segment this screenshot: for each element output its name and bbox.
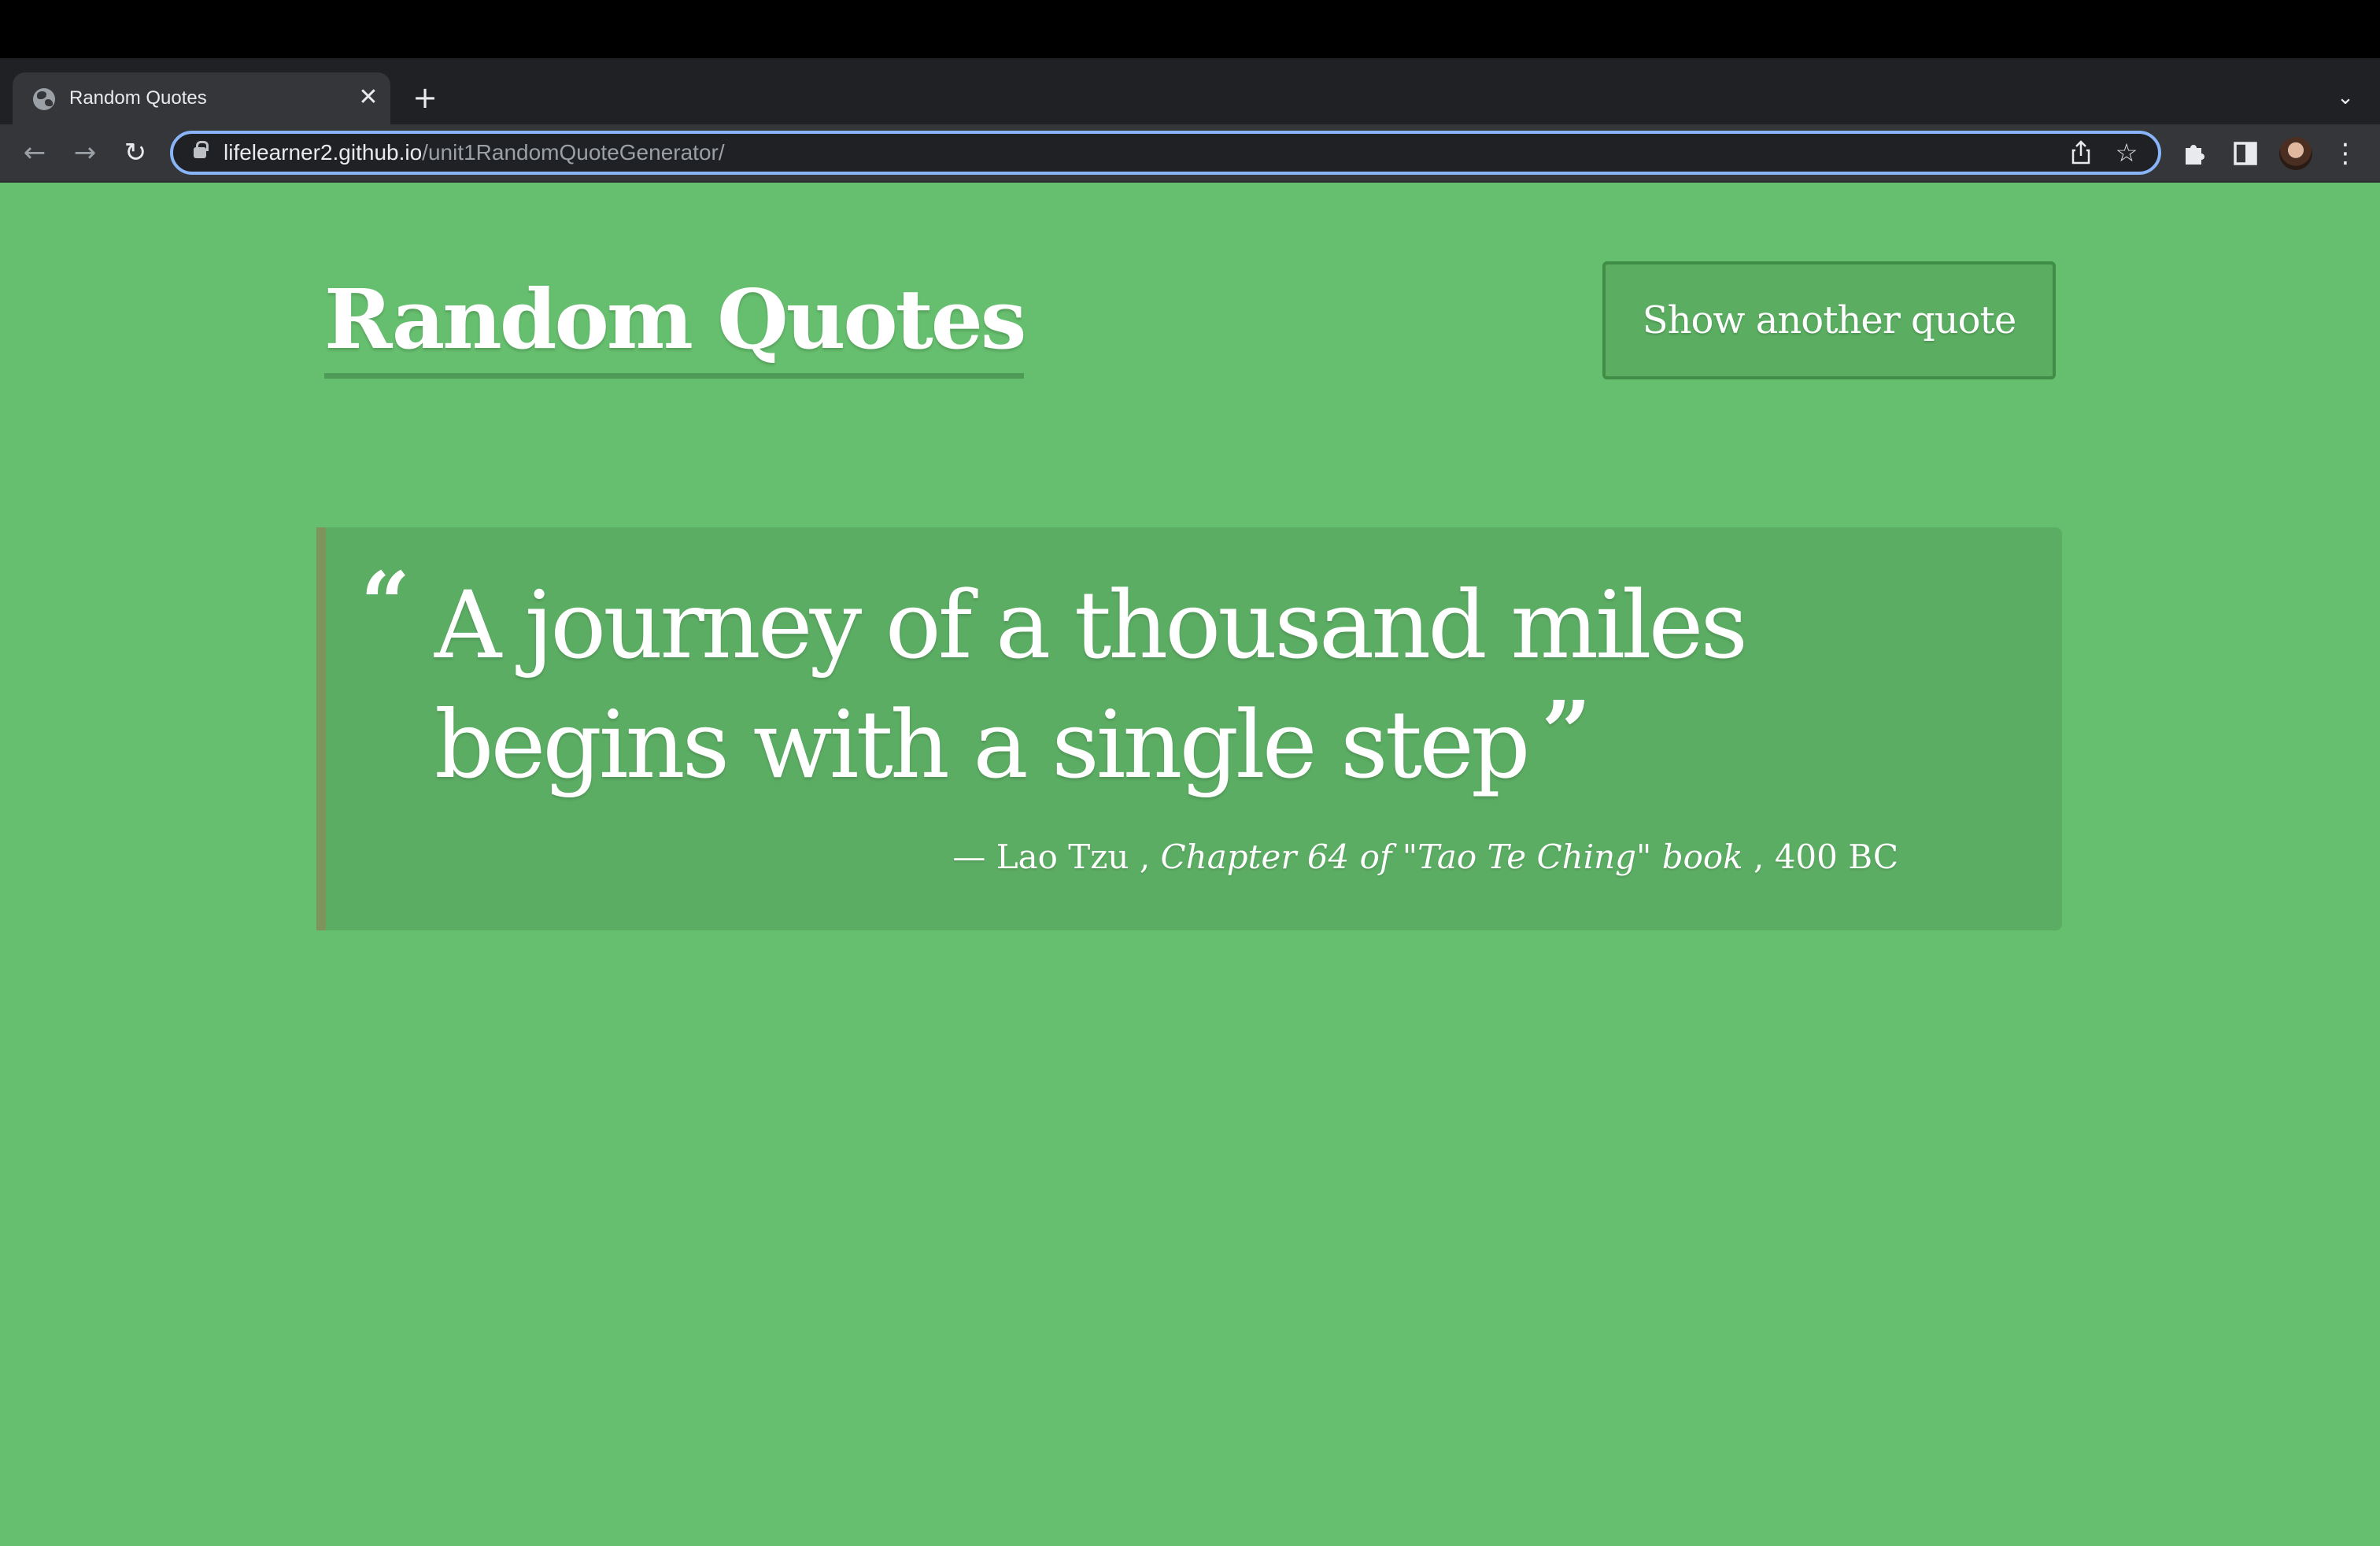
quote-author: — Lao Tzu , — [952, 838, 1151, 876]
url-text[interactable]: lifelearner2.github.io/unit1RandomQuoteG… — [224, 140, 725, 165]
lock-icon[interactable] — [194, 141, 209, 158]
avatar[interactable] — [2279, 137, 2312, 170]
show-another-quote-button[interactable]: Show another quote — [1602, 261, 2056, 379]
tab-random-quotes[interactable]: Random Quotes ✕ — [13, 72, 390, 124]
quote-year: , 400 BC — [1754, 838, 1898, 876]
chevron-down-icon[interactable]: ⌄ — [2330, 82, 2361, 113]
kebab-menu-icon[interactable]: ⋮ — [2331, 135, 2360, 172]
quote-box: “ A journey of a thousand miles begins w… — [316, 527, 2062, 930]
reload-icon[interactable]: ↻ — [118, 135, 153, 170]
browser-toolbar: ← → ↻ lifelearner2.github.io/unit1Random… — [0, 124, 2380, 183]
share-icon[interactable] — [2067, 139, 2095, 167]
page-content: Random Quotes Show another quote “ A jou… — [0, 183, 2380, 1546]
globe-icon — [33, 88, 55, 110]
back-arrow-icon[interactable]: ← — [17, 135, 52, 170]
quote-source-book: Chapter 64 of "Tao Te Ching" book — [1160, 838, 1743, 876]
page-title: Random Quotes — [324, 272, 1026, 379]
puzzle-icon[interactable] — [2179, 137, 2212, 170]
star-icon[interactable]: ☆ — [2111, 137, 2142, 168]
close-icon[interactable]: ✕ — [356, 85, 381, 110]
plus-icon[interactable]: + — [409, 82, 441, 113]
open-quote-mark: “ — [360, 553, 411, 654]
quote-text-block: A journey of a thousand miles begins wit… — [434, 565, 1835, 804]
url-path: /unit1RandomQuoteGenerator/ — [422, 140, 725, 165]
screen-top-bar — [0, 0, 2380, 58]
tab-strip: Random Quotes ✕ + ⌄ — [0, 58, 2380, 124]
url-host: lifelearner2.github.io — [224, 140, 423, 165]
close-quote-mark: ” — [1541, 682, 1591, 783]
address-bar[interactable]: lifelearner2.github.io/unit1RandomQuoteG… — [170, 131, 2161, 175]
quote-citation: — Lao Tzu , Chapter 64 of "Tao Te Ching"… — [952, 836, 1898, 878]
side-panel-icon[interactable] — [2229, 137, 2262, 170]
tab-title: Random Quotes — [69, 87, 207, 109]
forward-arrow-icon[interactable]: → — [68, 135, 102, 170]
